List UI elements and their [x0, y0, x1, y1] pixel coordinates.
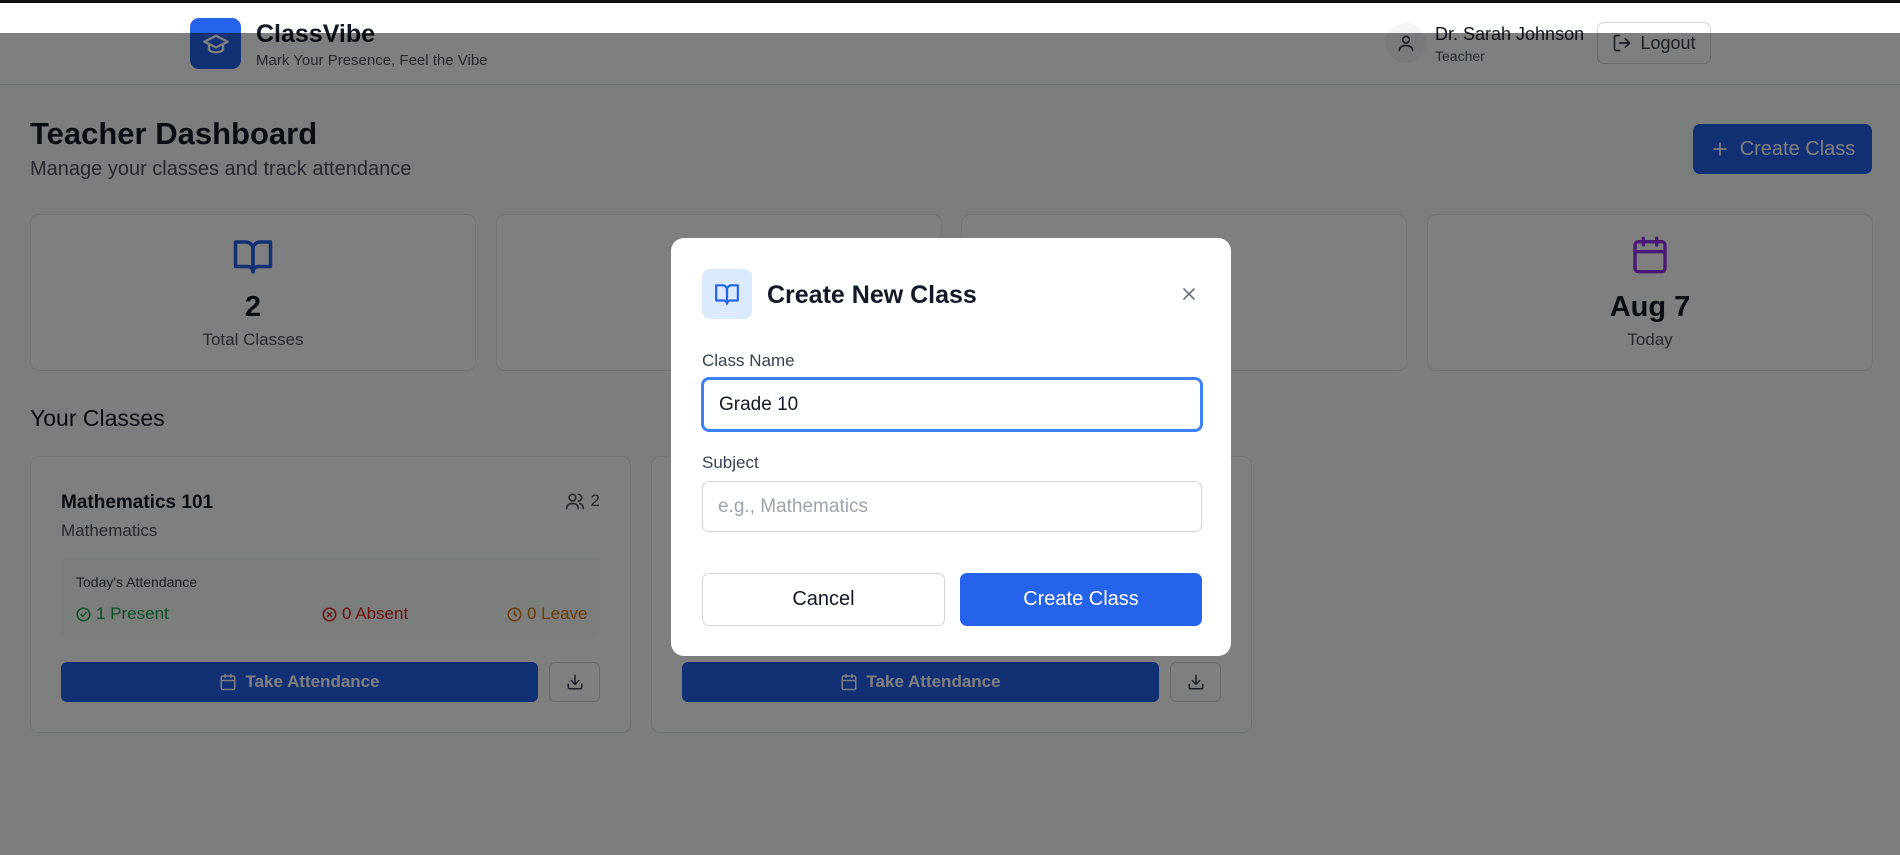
- cancel-button[interactable]: Cancel: [702, 573, 945, 626]
- modal-icon-badge: [702, 269, 752, 319]
- close-button[interactable]: [1176, 281, 1202, 307]
- subject-label: Subject: [702, 453, 759, 472]
- close-icon: [1183, 288, 1195, 300]
- class-name-label: Class Name: [702, 351, 795, 370]
- class-name-input[interactable]: [702, 378, 1202, 431]
- subject-input[interactable]: [702, 481, 1202, 532]
- window-top-border: [0, 0, 1900, 3]
- create-class-submit-button[interactable]: Create Class: [960, 573, 1202, 626]
- create-class-modal: Create New Class Class Name Subject Canc…: [671, 238, 1231, 656]
- book-open-icon: [715, 284, 739, 305]
- modal-title: Create New Class: [767, 281, 977, 309]
